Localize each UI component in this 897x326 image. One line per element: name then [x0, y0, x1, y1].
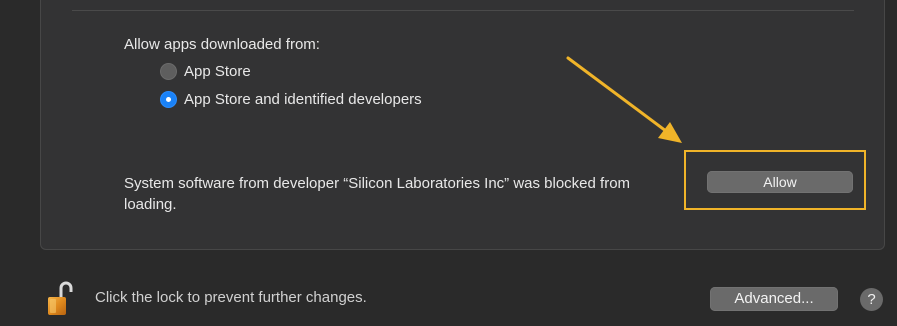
radio-label-identified-developers: App Store and identified developers	[184, 91, 422, 108]
radio-option-app-store[interactable]: App Store	[160, 63, 251, 80]
section-divider	[72, 10, 854, 11]
lock-status-text: Click the lock to prevent further change…	[95, 289, 367, 306]
annotation-arrow-icon	[566, 56, 682, 143]
radio-unselected-icon[interactable]	[160, 63, 177, 80]
help-button[interactable]: ?	[860, 288, 883, 311]
radio-selected-icon[interactable]	[160, 91, 177, 108]
radio-label-app-store: App Store	[184, 63, 251, 80]
allow-button[interactable]: Allow	[707, 171, 853, 193]
allow-apps-from-label: Allow apps downloaded from:	[124, 36, 320, 53]
security-preferences-window: Allow apps downloaded from: App Store Ap…	[0, 0, 897, 326]
radio-option-app-store-and-identified-developers[interactable]: App Store and identified developers	[160, 91, 422, 108]
unlocked-padlock-icon[interactable]	[44, 281, 74, 317]
blocked-software-message: System software from developer “Silicon …	[124, 175, 631, 213]
advanced-button[interactable]: Advanced...	[710, 287, 838, 311]
